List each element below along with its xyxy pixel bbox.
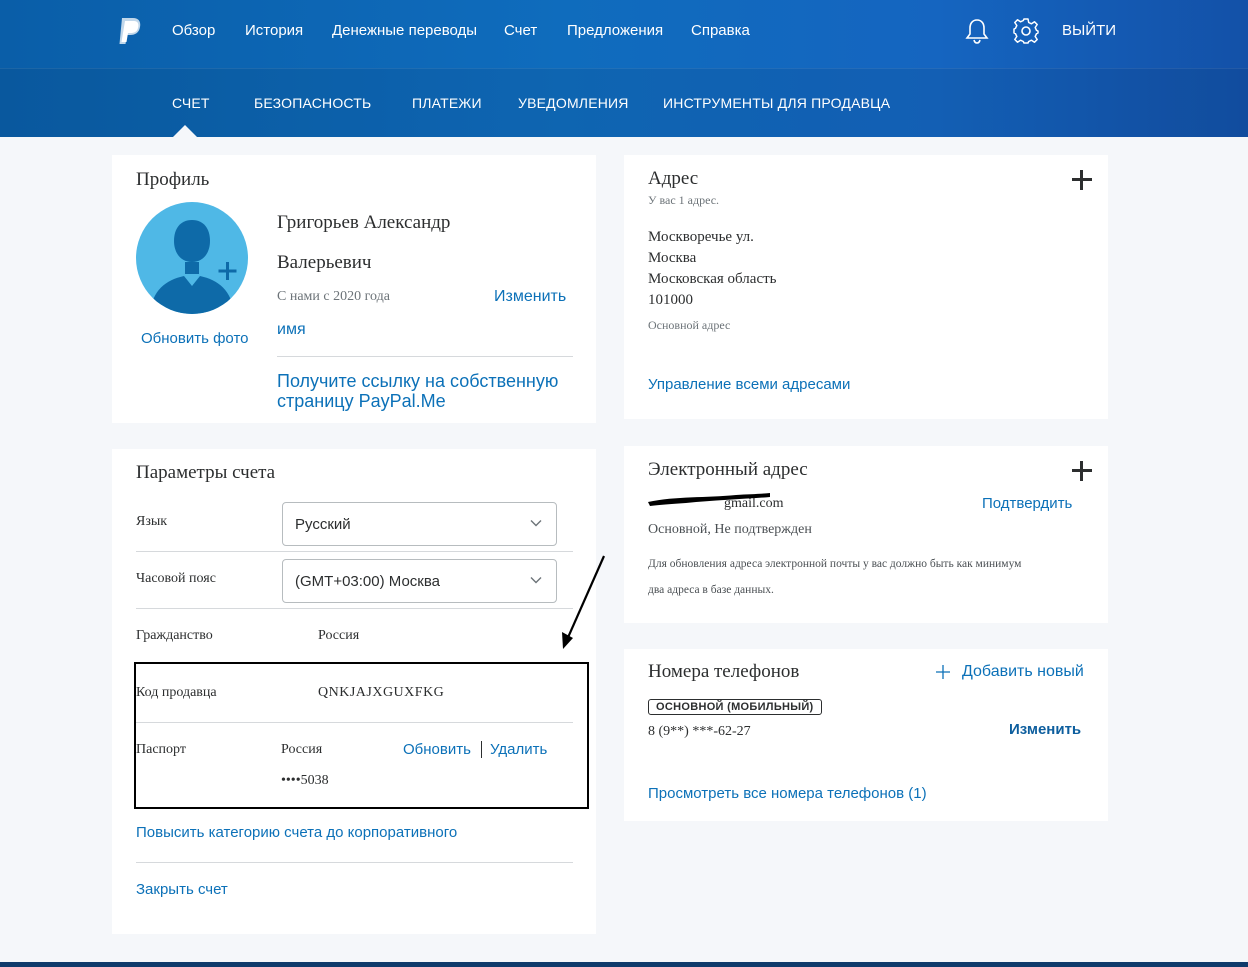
divider <box>136 608 573 609</box>
settings-title: Параметры счета <box>136 462 276 483</box>
view-all-phones-link[interactable]: Просмотреть все номера телефонов (1) <box>648 785 927 802</box>
main-nav: Обзор История Денежные переводы Счет Пре… <box>0 0 1248 68</box>
nav-offers[interactable]: Предложения <box>567 22 663 39</box>
divider <box>277 356 573 357</box>
profile-card: Профиль Обновить фото Григорьев Александ… <box>112 155 596 423</box>
highlight-box <box>134 662 589 809</box>
tab-account[interactable]: СЧЕТ <box>172 95 210 111</box>
timezone-value: (GMT+03:00) Москва <box>295 573 440 590</box>
address-line4: 101000 <box>648 292 693 308</box>
paypalme-link[interactable]: Получите ссылку на собственную <box>277 371 558 392</box>
email-card: Электронный адрес gmail.com Подтвердить … <box>624 446 1108 623</box>
citizenship-label: Гражданство <box>136 628 213 643</box>
nav-transfers[interactable]: Денежные переводы <box>332 22 477 39</box>
nav-overview[interactable]: Обзор <box>172 22 215 39</box>
add-email-icon[interactable] <box>1072 461 1092 481</box>
divider <box>136 551 573 552</box>
timezone-select[interactable]: (GMT+03:00) Москва <box>282 559 557 603</box>
email-note-line1: Для обновления адреса электронной почты … <box>648 558 1022 570</box>
email-title: Электронный адрес <box>648 459 808 480</box>
profile-name-line1: Григорьев Александр <box>277 212 451 233</box>
language-value: Русский <box>295 516 351 533</box>
change-name-link-cont[interactable]: имя <box>277 321 306 339</box>
address-line2: Москва <box>648 250 697 266</box>
address-count: У вас 1 адрес. <box>648 193 720 207</box>
redaction-scribble <box>648 493 770 506</box>
change-name-link[interactable]: Изменить <box>494 288 566 306</box>
change-phone-link[interactable]: Изменить <box>1009 721 1081 738</box>
phones-title: Номера телефонов <box>648 661 800 682</box>
profile-name-line2: Валерьевич <box>277 252 372 273</box>
chevron-down-icon <box>530 577 542 584</box>
paypal-logo-icon[interactable] <box>116 16 144 46</box>
language-select[interactable]: Русский <box>282 502 557 546</box>
divider <box>136 862 573 863</box>
email-status: Основной, Не подтвержден <box>648 522 812 537</box>
close-account-link[interactable]: Закрыть счет <box>136 881 228 898</box>
phones-card: Номера телефонов Добавить новый ОСНОВНОЙ… <box>624 649 1108 821</box>
primary-address-label: Основной адрес <box>648 318 731 332</box>
update-photo-link[interactable]: Обновить фото <box>141 330 248 347</box>
tab-seller-tools[interactable]: ИНСТРУМЕНТЫ ДЛЯ ПРОДАВЦА <box>663 95 890 111</box>
nav-history[interactable]: История <box>245 22 303 39</box>
primary-mobile-badge: ОСНОВНОЙ (МОБИЛЬНЫЙ) <box>648 699 822 715</box>
timezone-label: Часовой пояс <box>136 571 216 586</box>
nav-help[interactable]: Справка <box>691 22 750 39</box>
plus-icon[interactable] <box>936 665 950 679</box>
phone-number: 8 (9**) ***-62-27 <box>648 724 751 739</box>
paypalme-link-cont[interactable]: страницу PayPal.Me <box>277 391 446 412</box>
manage-addresses-link[interactable]: Управление всеми адресами <box>648 376 850 393</box>
chevron-down-icon <box>530 520 542 527</box>
address-line3: Московская область <box>648 271 777 287</box>
confirm-email-link[interactable]: Подтвердить <box>982 495 1072 512</box>
citizenship-value: Россия <box>318 628 360 643</box>
active-tab-indicator <box>173 125 197 137</box>
tab-security[interactable]: БЕЗОПАСНОСТЬ <box>254 95 371 111</box>
profile-title: Профиль <box>136 169 210 190</box>
gear-icon[interactable] <box>1012 17 1040 45</box>
avatar[interactable] <box>136 202 248 314</box>
annotation-arrow-icon <box>562 555 606 649</box>
member-since: С нами с 2020 года <box>277 289 390 304</box>
email-note-line2: два адреса в базе данных. <box>648 584 774 596</box>
address-card: Адрес У вас 1 адрес. Москворечье ул. Мос… <box>624 155 1108 419</box>
header: Обзор История Денежные переводы Счет Пре… <box>0 0 1248 137</box>
logout-link[interactable]: ВЫЙТИ <box>1062 22 1116 39</box>
bell-icon[interactable] <box>963 17 991 45</box>
address-line1: Москворечье ул. <box>648 229 754 245</box>
tab-notifications[interactable]: УВЕДОМЛЕНИЯ <box>518 95 629 111</box>
add-phone-link[interactable]: Добавить новый <box>962 663 1084 681</box>
tab-payments[interactable]: ПЛАТЕЖИ <box>412 95 482 111</box>
footer-edge <box>0 962 1248 967</box>
upgrade-business-link[interactable]: Повысить категорию счета до корпоративно… <box>136 824 457 841</box>
language-label: Язык <box>136 514 168 529</box>
add-address-icon[interactable] <box>1072 170 1092 190</box>
address-title: Адрес <box>648 168 699 189</box>
nav-account[interactable]: Счет <box>504 22 537 39</box>
